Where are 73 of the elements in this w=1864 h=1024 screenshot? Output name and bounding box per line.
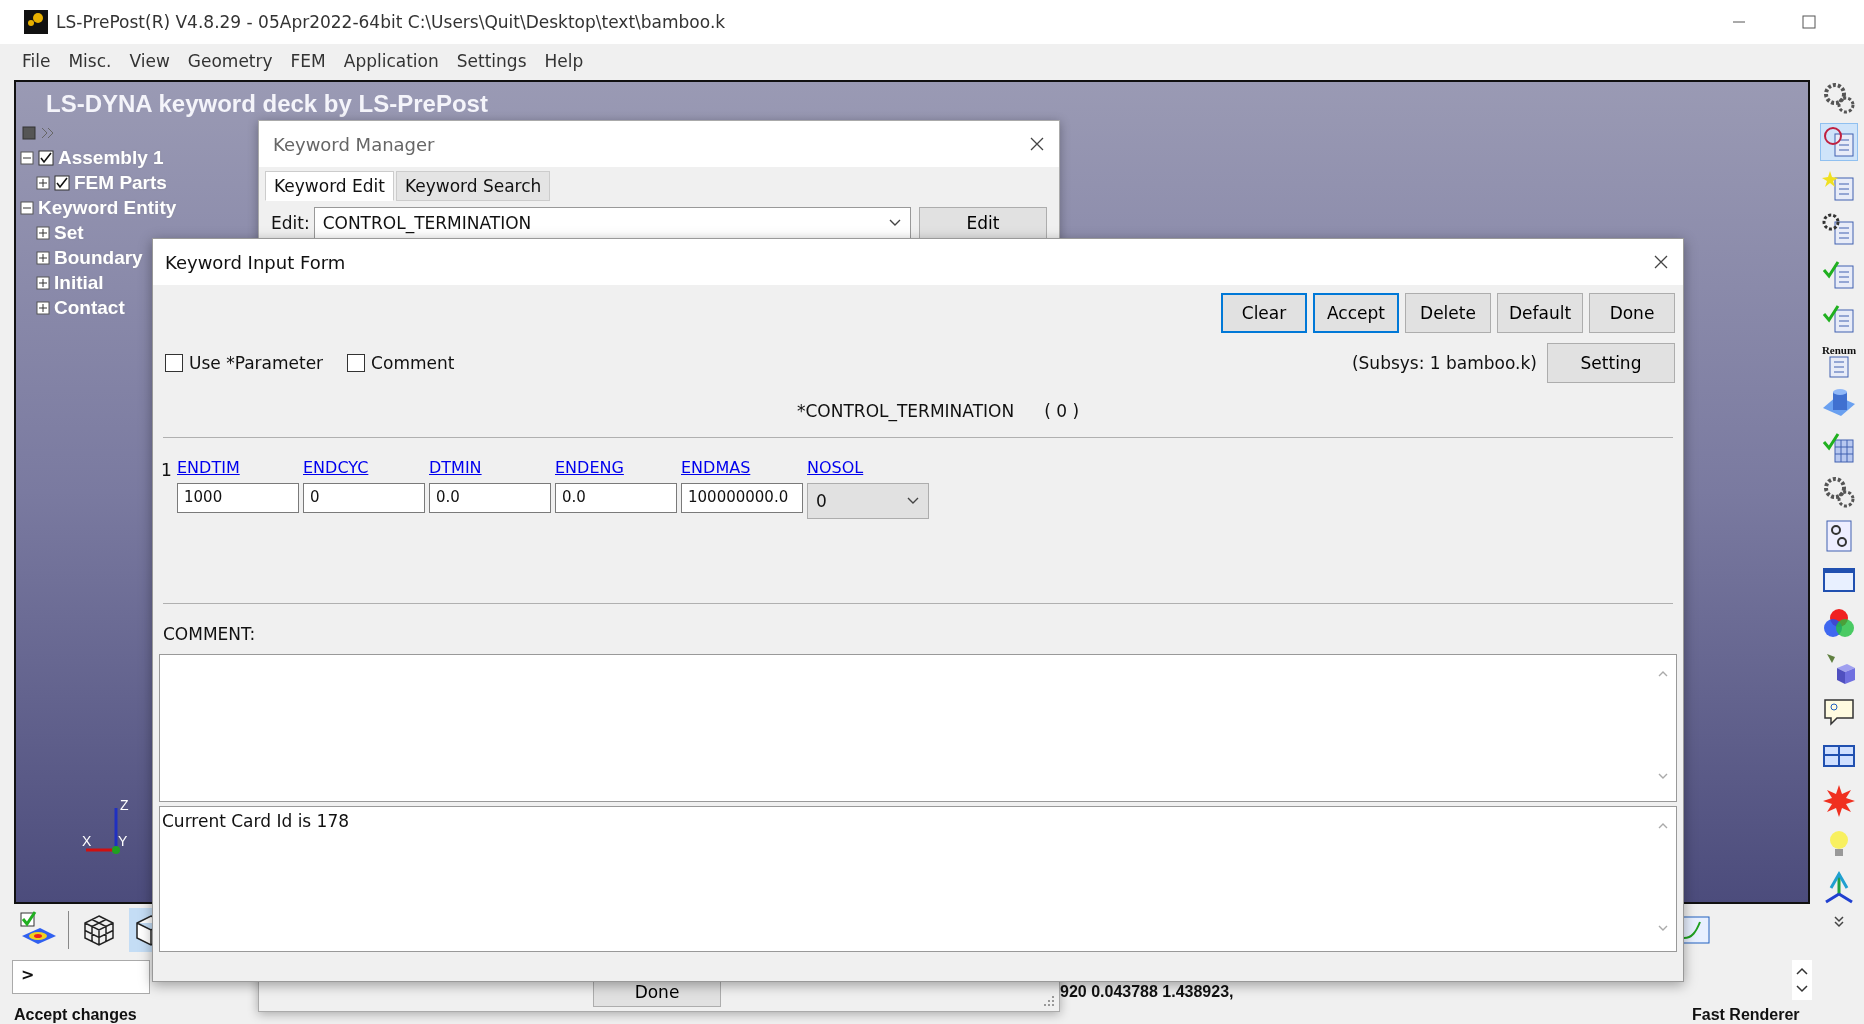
gears-icon[interactable] — [1821, 474, 1857, 510]
tree-toggle-icon[interactable] — [20, 200, 34, 215]
field-link[interactable]: ENDENG — [555, 458, 677, 477]
field-link[interactable]: NOSOL — [807, 458, 929, 477]
menu-item[interactable]: View — [129, 51, 170, 71]
tree-toggle-icon[interactable] — [36, 300, 50, 315]
circles-list-icon[interactable] — [1821, 124, 1857, 160]
dialog-title: Keyword Manager — [273, 133, 435, 155]
dropdown-field[interactable]: 0 — [807, 483, 929, 519]
menu-item[interactable]: Misc. — [68, 51, 112, 71]
card-number: 1 — [161, 460, 173, 480]
menu-item[interactable]: Help — [544, 51, 584, 71]
keyword-heading: *CONTROL_TERMINATION — [796, 401, 1015, 421]
menu-item[interactable]: FEM — [290, 51, 326, 71]
tab[interactable]: Keyword Edit — [265, 171, 394, 201]
resize-grip-icon[interactable] — [1043, 995, 1055, 1007]
checkbox-label[interactable]: Comment — [371, 353, 455, 373]
checkbox[interactable] — [54, 174, 70, 191]
tree-toggle-icon[interactable] — [36, 250, 50, 265]
input-field[interactable]: 0.0 — [555, 483, 677, 513]
dialog-title: Keyword Input Form — [165, 251, 346, 273]
gear-list-icon[interactable] — [1821, 212, 1857, 248]
checkbox[interactable] — [38, 149, 54, 166]
output-text: 920 0.043788 1.438923, — [1060, 983, 1234, 1001]
app-logo-icon — [24, 10, 48, 34]
keyword-count: ( 0 ) — [1044, 401, 1080, 421]
edit-label: Edit: — [271, 213, 310, 233]
input-field[interactable]: 100000000.0 — [681, 483, 803, 513]
setting-button[interactable]: Setting — [1547, 343, 1675, 383]
command-field[interactable]: > — [12, 960, 150, 994]
input-field[interactable]: 0.0 — [429, 483, 551, 513]
field-link[interactable]: ENDCYC — [303, 458, 425, 477]
comment-label: COMMENT: — [163, 624, 257, 644]
renum-label[interactable]: Renum — [1821, 344, 1857, 356]
checkbox-label[interactable]: Use *Parameter — [189, 353, 324, 373]
tree-toggle-icon[interactable] — [20, 150, 34, 165]
checkbox[interactable] — [165, 354, 183, 372]
renderer-label: Fast Renderer — [1692, 1006, 1800, 1024]
form-button[interactable]: Clear — [1221, 293, 1307, 333]
tree-toggle-icon[interactable] — [36, 175, 50, 190]
tree-toggle-icon[interactable] — [36, 225, 50, 240]
gears-icon[interactable] — [1821, 80, 1857, 116]
menu-item[interactable]: Geometry — [187, 51, 273, 71]
status-text: Accept changes — [14, 1006, 137, 1024]
form-button[interactable]: Accept — [1313, 293, 1399, 333]
form-button[interactable]: Done — [1589, 293, 1675, 333]
field-link[interactable]: DTMIN — [429, 458, 551, 477]
field-link[interactable]: ENDMAS — [681, 458, 803, 477]
command-prompt: > — [21, 965, 35, 984]
caret-icon[interactable] — [888, 218, 902, 228]
viewport-title: LS-DYNA keyword deck by LS-PrePost — [46, 90, 489, 118]
form-button[interactable]: Default — [1497, 293, 1583, 333]
input-field[interactable]: 0 — [303, 483, 425, 513]
tree-toggle-icon[interactable] — [36, 275, 50, 290]
edit-button[interactable]: Edit — [919, 207, 1047, 239]
message-text: Current Card Id is 178 — [162, 811, 350, 831]
close-icon[interactable] — [1029, 136, 1045, 152]
scroll-buttons[interactable] — [1792, 960, 1812, 1000]
menu-item[interactable]: Settings — [456, 51, 527, 71]
square-icon[interactable] — [22, 125, 36, 140]
subsys-text: (Subsys: 1 bamboo.k) — [1351, 353, 1537, 373]
field-link[interactable]: ENDTIM — [177, 458, 299, 477]
double-chevron-icon[interactable] — [1832, 914, 1846, 928]
menu-item[interactable]: File — [22, 51, 51, 71]
keyword-dropdown[interactable]: CONTROL_TERMINATION — [313, 207, 911, 239]
caret-icon[interactable] — [906, 496, 920, 506]
input-field[interactable]: 1000 — [177, 483, 299, 513]
checkbox[interactable] — [347, 354, 366, 372]
tab[interactable]: Keyword Search — [395, 171, 551, 201]
form-button[interactable]: Delete — [1405, 293, 1491, 333]
window-title: LS-PrePost(R) V4.8.29 - 05Apr2022-64bit C:\Users\Quit\Desktop\text\bamboo.k — [56, 12, 726, 32]
menu-item[interactable]: Application — [343, 51, 439, 71]
close-icon[interactable] — [1653, 254, 1669, 270]
